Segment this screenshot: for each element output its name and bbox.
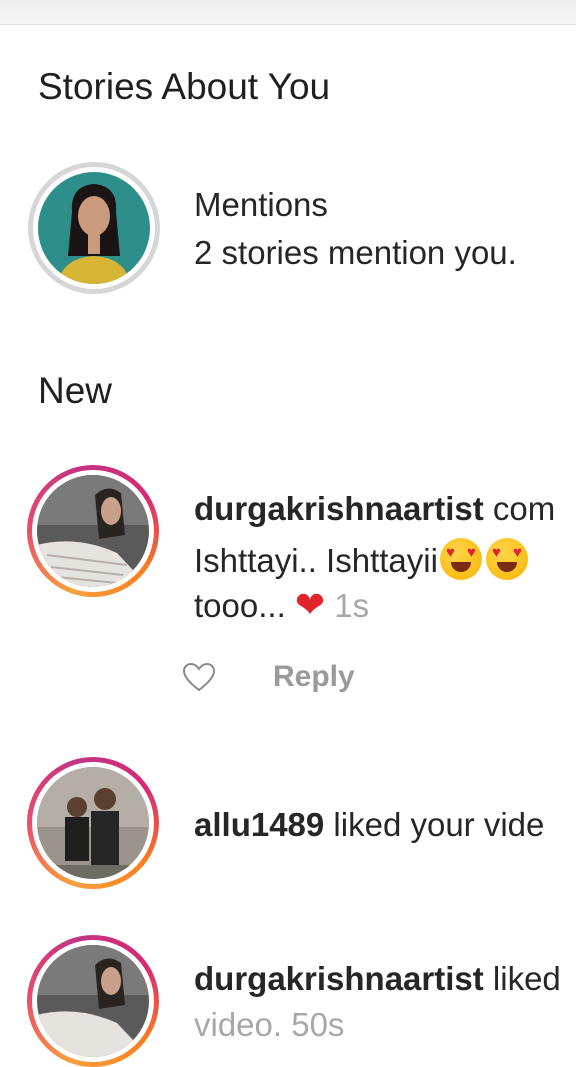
user-avatar[interactable] bbox=[27, 935, 159, 1067]
activity-line-2: video. 50s bbox=[194, 1006, 345, 1043]
heart-eyes-emoji bbox=[439, 538, 482, 580]
profile-photo bbox=[37, 475, 149, 587]
username[interactable]: allu1489 bbox=[194, 806, 324, 843]
mentions-subtitle: 2 stories mention you. bbox=[194, 234, 517, 271]
profile-photo bbox=[38, 172, 150, 284]
mentions-title: Mentions bbox=[194, 186, 328, 223]
comment-text: Ishttayi.. Ishttayii bbox=[194, 542, 438, 579]
reply-button[interactable]: Reply bbox=[273, 660, 355, 694]
activity-line-1: allu1489 liked your vide bbox=[194, 806, 544, 844]
activity-line-1: durgakrishnaartist com bbox=[194, 490, 555, 528]
profile-photo bbox=[37, 767, 149, 879]
comment-line-1: Ishttayi.. Ishttayii bbox=[194, 538, 530, 580]
user-avatar[interactable] bbox=[27, 465, 159, 597]
username[interactable]: durgakrishnaartist bbox=[194, 490, 484, 527]
activity-line-1: durgakrishnaartist liked bbox=[194, 960, 561, 998]
username[interactable]: durgakrishnaartist bbox=[194, 960, 484, 997]
heart-emoji: ❤ bbox=[294, 584, 326, 625]
activity-action: com bbox=[483, 490, 556, 527]
profile-photo bbox=[37, 945, 149, 1057]
comment-text-cont: tooo... bbox=[194, 587, 295, 624]
user-avatar[interactable] bbox=[27, 757, 159, 889]
top-bar bbox=[0, 0, 576, 25]
new-section-title: New bbox=[38, 370, 113, 411]
heart-outline-icon[interactable] bbox=[182, 662, 216, 692]
activity-action: liked bbox=[483, 960, 561, 997]
stories-about-you-title: Stories About You bbox=[38, 66, 331, 107]
heart-eyes-emoji bbox=[485, 538, 528, 580]
timestamp: 1s bbox=[334, 587, 370, 624]
activity-action: liked your vide bbox=[324, 806, 545, 843]
mentions-avatar[interactable] bbox=[28, 162, 160, 294]
comment-line-2: tooo... ❤ 1s bbox=[194, 584, 369, 626]
